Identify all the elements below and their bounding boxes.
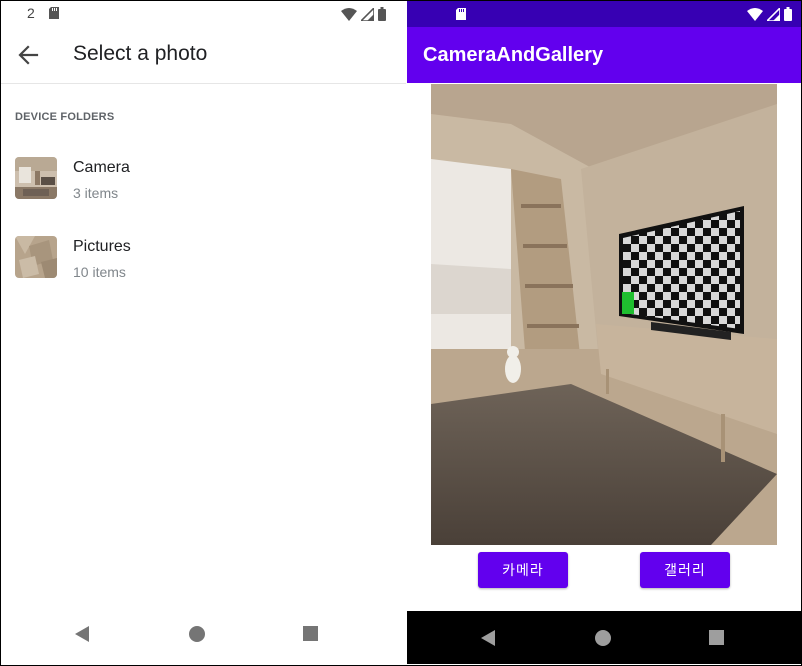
nav-home-icon[interactable] <box>187 624 207 644</box>
folder-item-camera[interactable]: Camera 3 items <box>1 157 406 221</box>
cell-signal-icon <box>361 7 374 21</box>
nav-home-icon[interactable] <box>593 628 613 648</box>
pictures-folder-thumbnail <box>15 236 57 278</box>
status-icons <box>747 7 792 21</box>
status-bar: 2 <box>1 1 406 27</box>
folder-count: 3 items <box>73 185 119 201</box>
navigation-bar <box>1 604 406 664</box>
sd-card-icon <box>49 7 59 19</box>
camera-button[interactable]: 카메라 <box>478 552 568 588</box>
battery-icon <box>784 7 792 21</box>
nav-recents-icon[interactable] <box>301 624 321 644</box>
photo-picker-screen: 2 Select a photo DEVICE FOLDERS Camera 3… <box>1 1 406 664</box>
navigation-bar <box>407 611 801 664</box>
folder-name: Camera <box>73 159 130 176</box>
status-icons <box>341 7 386 21</box>
nav-recents-icon[interactable] <box>707 628 727 648</box>
gallery-button[interactable]: 갤러리 <box>640 552 730 588</box>
back-arrow-icon[interactable] <box>15 41 43 69</box>
device-folders-header: DEVICE FOLDERS <box>15 111 115 123</box>
folder-item-pictures[interactable]: Pictures 10 items <box>1 236 406 300</box>
nav-back-icon[interactable] <box>73 624 93 644</box>
captured-photo <box>431 84 777 545</box>
app-bar: Select a photo <box>1 27 406 84</box>
app-title: CameraAndGallery <box>423 44 604 66</box>
cell-signal-icon <box>767 7 780 21</box>
page-title: Select a photo <box>73 42 208 65</box>
folder-name: Pictures <box>73 238 131 255</box>
notification-count: 2 <box>27 5 35 21</box>
camera-and-gallery-screen: CameraAndGallery 카메라 갤러리 <box>407 1 801 664</box>
wifi-icon <box>341 7 357 21</box>
folder-count: 10 items <box>73 264 126 280</box>
camera-folder-thumbnail <box>15 157 57 199</box>
app-bar: CameraAndGallery <box>407 27 801 83</box>
nav-back-icon[interactable] <box>479 628 499 648</box>
sd-card-icon <box>456 8 466 20</box>
battery-icon <box>378 7 386 21</box>
status-bar <box>407 1 801 27</box>
wifi-icon <box>747 7 763 21</box>
